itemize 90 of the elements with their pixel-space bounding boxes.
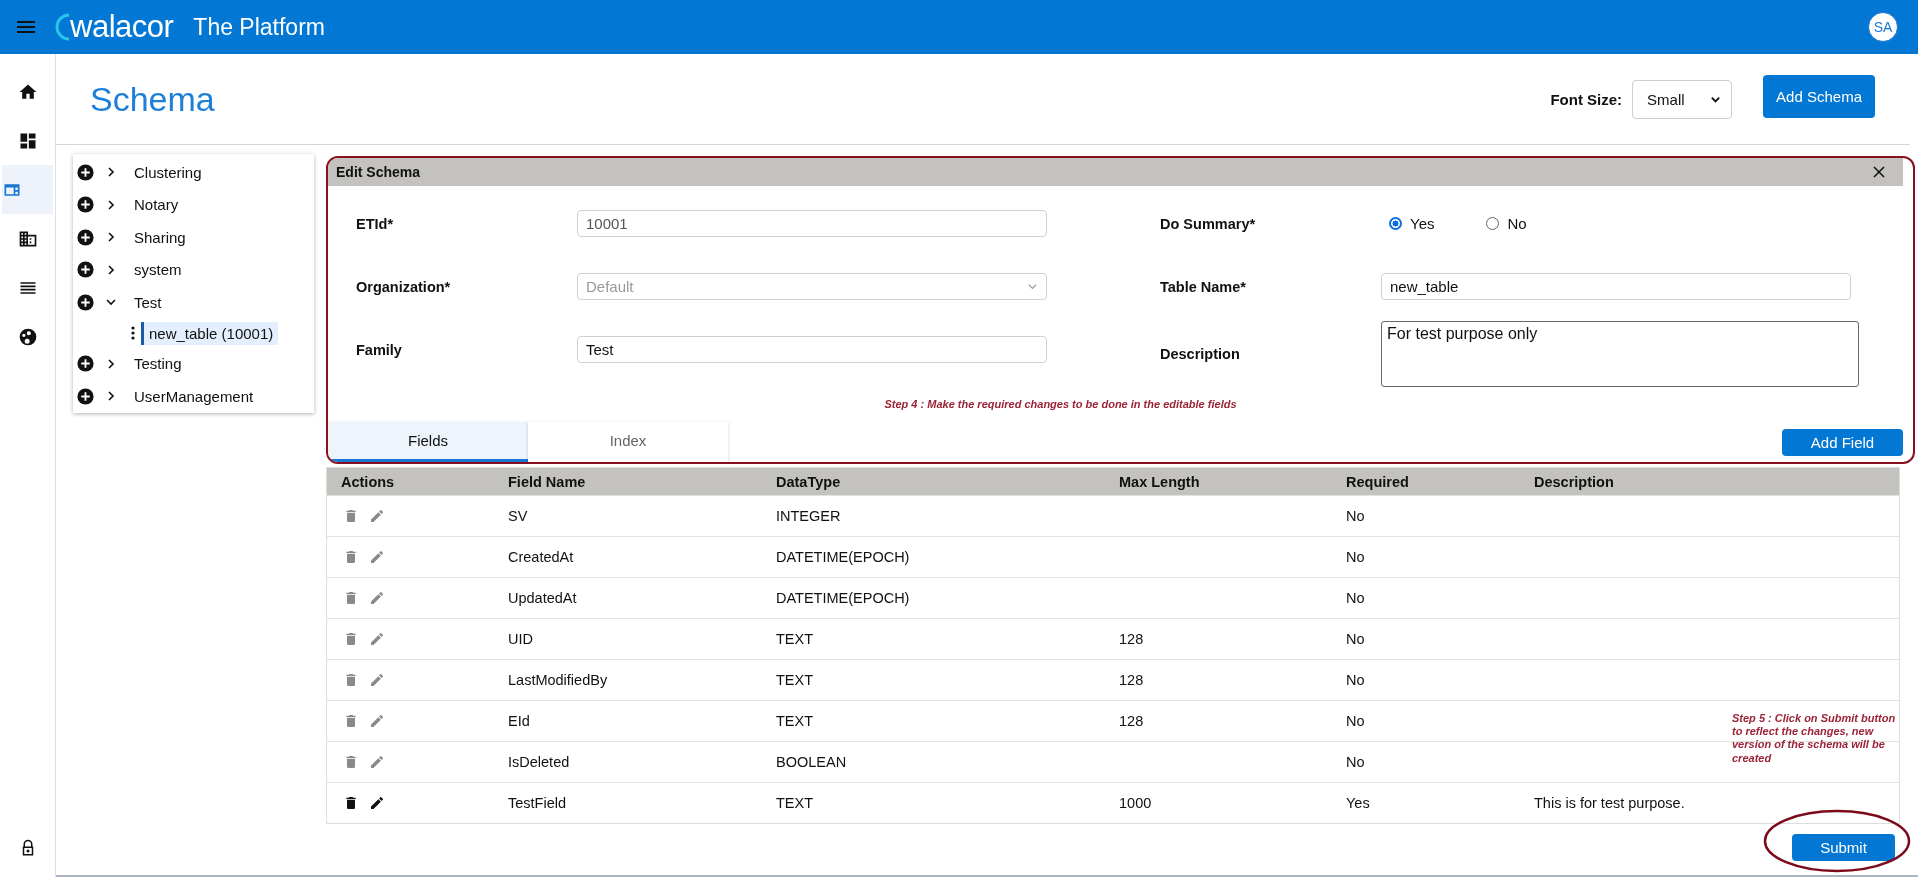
tree-item[interactable]: new_table (10001) [141,321,279,345]
table-cell-text: BOOLEAN [776,754,848,770]
font-size-select[interactable]: Small [1632,79,1733,119]
table-cell-text: No [1346,754,1366,770]
table-cell-text: 128 [1119,713,1145,729]
trash-icon[interactable] [343,795,359,811]
table-cell-text: TEXT [776,631,815,647]
column-header: Description [1534,473,1615,490]
tree-item[interactable]: system [131,259,185,281]
page-title: Schema [90,79,215,119]
user-avatar[interactable]: SA [1868,12,1898,42]
add-circle-icon[interactable] [77,196,94,214]
add-circle-icon[interactable] [77,228,94,246]
table-cell-text: 128 [1119,631,1145,647]
column-header: Field Name [508,473,587,490]
table-cell-text: This is for test purpose. [1534,795,1686,811]
column-header: DataType [776,473,842,490]
table-cell-text: No [1346,549,1366,565]
table-cell-text: No [1346,672,1366,688]
field-label: Table Name* [1160,278,1247,295]
field-label: Do Summary* [1160,215,1257,232]
more-vertical-icon[interactable] [131,326,135,340]
chevron-right-icon[interactable] [105,390,117,403]
font-size-label: Font Size: [1550,90,1623,108]
add-circle-icon[interactable] [77,261,94,279]
field-label: Description [1160,346,1241,362]
app-title: The Platform [193,13,325,41]
tree-item[interactable]: Notary [131,194,182,216]
table-cell-text: IsDeleted [508,754,571,770]
table-cell-text: CreatedAt [508,549,575,565]
table-cell-text: No [1346,631,1366,647]
tree-item[interactable]: Test [131,291,165,313]
table-cell-text: No [1346,713,1366,729]
add-schema-button[interactable]: Add Schema [1763,74,1875,118]
input-field[interactable]: new_table [1381,273,1851,300]
table-cell-text: DATETIME(EPOCH) [776,549,911,565]
logo-text: walacor [70,9,174,45]
radio-label: No [1507,215,1527,232]
field-label: ETId* [356,215,395,232]
input-field[interactable]: 10001 [577,210,1047,237]
tree-item[interactable]: Clustering [131,161,205,183]
tree-item[interactable]: UserManagement [131,385,257,407]
tab[interactable]: Fields [328,422,528,462]
annotation-note: Step 5 : Click on Submit button to reflect the changes, new version of the schema will be created [1732,712,1897,765]
table-cell-text: No [1346,590,1366,606]
close-icon[interactable] [1873,166,1885,178]
chevron-down-icon [1027,281,1038,292]
table-cell-text: TEXT [776,713,815,729]
chevron-right-icon[interactable] [105,231,117,244]
input-field[interactable]: Test [577,336,1047,363]
table-cell-text: 1000 [1119,795,1153,811]
add-field-button[interactable]: Add Field [1782,428,1903,456]
table-cell-text: No [1346,508,1366,524]
submit-button[interactable]: Submit [1792,834,1895,861]
tab[interactable]: Index [528,422,728,462]
table-cell-text: INTEGER [776,508,842,524]
column-header: Actions [341,473,396,490]
add-circle-icon[interactable] [77,387,94,405]
chevron-right-icon[interactable] [105,263,117,276]
radio-button[interactable] [1389,217,1402,230]
column-header: Required [1346,473,1410,490]
table-cell-text: SV [508,508,529,524]
add-circle-icon[interactable] [77,355,94,373]
table-cell-text: TEXT [776,672,815,688]
pencil-icon[interactable] [369,795,385,811]
radio-label: Yes [1410,215,1435,232]
table-cell-text: 128 [1119,672,1145,688]
table-cell-text: TEXT [776,795,815,811]
table-cell-text: UID [508,631,534,647]
add-circle-icon[interactable] [77,163,94,181]
table-cell-text: LastModifiedBy [508,672,609,688]
table-cell-text: TestField [508,795,568,811]
column-header: Max Length [1119,473,1201,490]
panel-title: Edit Schema [336,164,421,180]
add-circle-icon[interactable] [77,293,94,311]
table-cell-text: EId [508,713,531,729]
table-cell-text: DATETIME(EPOCH) [776,590,911,606]
text-area[interactable]: For test purpose only [1381,321,1859,387]
field-label: Family [356,341,403,358]
tree-item[interactable]: Testing [131,353,185,375]
annotation-note: Step 4 : Make the required changes to be done in the editable fields [883,398,1238,410]
chevron-right-icon[interactable] [105,166,117,179]
chevron-right-icon[interactable] [105,198,117,211]
field-label: Organization* [356,278,452,295]
table-cell-text: UpdatedAt [508,590,578,606]
logo-swoosh-icon [54,11,72,43]
chevron-right-icon[interactable] [105,357,117,370]
tree-item[interactable]: Sharing [131,226,189,248]
globe-icon [17,326,38,347]
table-cell-text: Yes [1346,795,1371,811]
